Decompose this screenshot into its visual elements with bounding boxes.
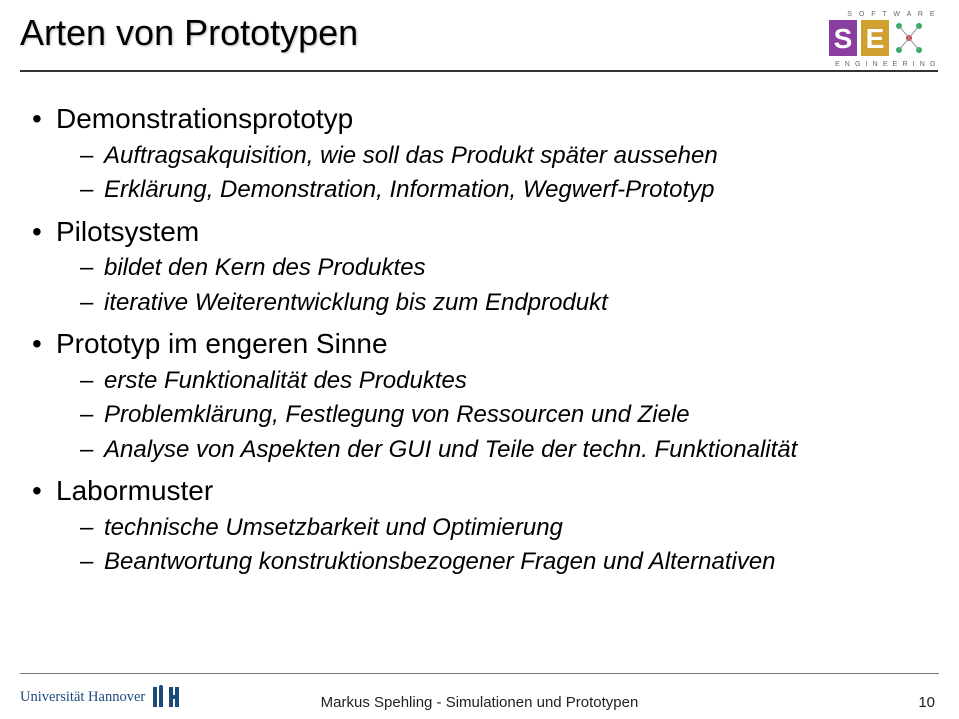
bullet-label: Prototyp im engeren Sinne [56,328,388,359]
bullet-label: Labormuster [56,475,213,506]
title-area: Arten von Prototypen [20,12,809,54]
bullet-item: Pilotsystem bildet den Kern des Produkte… [30,213,929,320]
sub-item: erste Funktionalität des Produktes [56,365,929,397]
sub-item: Problemklärung, Festlegung von Ressource… [56,399,929,431]
logo-big-s: S [834,23,853,54]
sub-item: iterative Weiterentwicklung bis zum Endp… [56,287,929,319]
bullet-list: Demonstrationsprototyp Auftragsakquisiti… [30,100,929,579]
page-number: 10 [918,694,935,711]
footer-center-text: Markus Spehling - Simulationen und Proto… [0,694,959,711]
logo-bottom-label: E N G I N E E R I N G [835,61,937,68]
sub-list: technische Umsetzbarkeit und Optimierung… [56,512,929,579]
sub-item: Auftragsakquisition, wie soll das Produk… [56,140,929,172]
title-underline [20,70,938,72]
logo-top-label: S O F T W A R E [847,11,937,18]
slide-title: Arten von Prototypen [20,12,358,53]
sub-item: Erklärung, Demonstration, Information, W… [56,174,929,206]
bullet-item: Demonstrationsprototyp Auftragsakquisiti… [30,100,929,207]
content-area: Demonstrationsprototyp Auftragsakquisiti… [30,100,929,585]
bullet-label: Pilotsystem [56,216,199,247]
se-logo: S O F T W A R E S E E N G I N E E R I N … [829,6,939,68]
sub-list: bildet den Kern des Produktes iterative … [56,252,929,319]
sub-item: Beantwortung konstruktionsbezogener Frag… [56,546,929,578]
bullet-label: Demonstrationsprototyp [56,103,353,134]
slide: Arten von Prototypen S O F T W A R E S E… [0,0,959,719]
footer-rule [20,673,939,674]
footer: Universität Hannover Markus Spehling - S… [0,673,959,719]
sub-list: Auftragsakquisition, wie soll das Produk… [56,140,929,207]
sub-item: Analyse von Aspekten der GUI und Teile d… [56,434,929,466]
sub-list: erste Funktionalität des Produktes Probl… [56,365,929,466]
sub-item: technische Umsetzbarkeit und Optimierung [56,512,929,544]
bullet-item: Prototyp im engeren Sinne erste Funktion… [30,325,929,466]
sub-item: bildet den Kern des Produktes [56,252,929,284]
logo-big-e: E [866,23,885,54]
bullet-item: Labormuster technische Umsetzbarkeit und… [30,472,929,579]
